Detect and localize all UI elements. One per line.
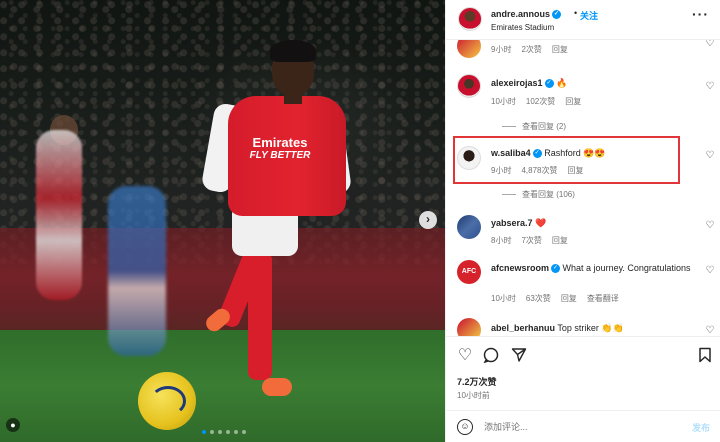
comment-avatar[interactable] <box>457 318 481 336</box>
post-location[interactable]: Emirates Stadium <box>491 23 554 32</box>
owner-username[interactable]: andre.annous ✓ <box>491 9 562 20</box>
comment-time: 9小时 <box>491 166 512 175</box>
comment-heart-icon[interactable]: ♡ <box>704 81 716 93</box>
comment-time: 10小时 <box>491 294 516 303</box>
comment-meta: 10小时 102次赞 回复 <box>491 96 591 107</box>
comment-body: abel_berhanuu Top striker 👏👏 <box>491 322 696 335</box>
share-icon[interactable] <box>510 347 528 365</box>
comment-heart-icon[interactable]: ♡ <box>704 325 716 336</box>
comment-text: Top striker 👏👏 <box>557 323 624 333</box>
post-actions: ♡ 7.2万次赞 10小时前 <box>446 336 720 418</box>
likes-count[interactable]: 7.2万次赞 <box>457 375 497 388</box>
comment-body: yabsera.7 ❤️ <box>491 217 696 230</box>
comment-username[interactable]: w.saliba4 <box>491 148 531 158</box>
comment-time: 10小时 <box>491 97 516 106</box>
emoji-icon[interactable]: ☺ <box>457 419 473 435</box>
football <box>138 372 196 430</box>
comment-username[interactable]: abel_berhanuu <box>491 323 555 333</box>
comment-heart-icon[interactable]: ♡ <box>704 265 716 277</box>
verified-badge-icon: ✓ <box>532 149 542 159</box>
shirt-sponsor: Emirates FLY BETTER <box>244 136 316 162</box>
comment-username[interactable]: yabsera.7 <box>491 218 533 228</box>
carousel-dots <box>202 430 246 434</box>
sponsor-line-2: FLY BETTER <box>249 150 311 161</box>
owner-username-text[interactable]: andre.annous <box>491 9 550 19</box>
comment-meta: 10小时 63次赞 回复 查看翻译 <box>491 293 629 304</box>
comment-like-count[interactable]: 102次赞 <box>526 97 555 106</box>
add-comment-bar: ☺ 发布 <box>446 410 720 442</box>
comment-username[interactable]: alexeirojas1 <box>491 78 543 88</box>
comment-input[interactable] <box>484 417 674 437</box>
comment-reply-button[interactable]: 回复 <box>552 236 568 245</box>
comment-username[interactable]: afcnewsroom <box>491 263 549 273</box>
comment-body: w.saliba4 ✓ Rashford 😍😍 <box>491 147 696 160</box>
bookmark-icon[interactable] <box>696 347 714 365</box>
background-player-opponent <box>108 186 166 356</box>
comment-text: Rashford 😍😍 <box>544 148 606 158</box>
post-photo[interactable]: Emirates FLY BETTER › ● <box>0 0 445 442</box>
post-time: 10小时前 <box>457 391 490 400</box>
comment-heart-icon[interactable]: ♡ <box>704 150 716 162</box>
view-replies-button[interactable]: 查看回复 (2) <box>502 121 566 132</box>
comment-text: ❤️ <box>535 218 547 228</box>
comment-like-count[interactable]: 2次赞 <box>521 45 541 54</box>
verified-badge-icon: ✓ <box>544 79 554 89</box>
comment-avatar[interactable] <box>457 215 481 239</box>
player-right-leg <box>248 252 272 380</box>
comment-body: afcnewsroom ✓ What a journey. Congratulat… <box>491 262 696 275</box>
comment-avatar[interactable]: AFC <box>457 260 481 284</box>
carousel-dot <box>210 430 214 434</box>
comment-time: 9小时 <box>491 45 512 54</box>
comment-like-count[interactable]: 63次赞 <box>526 294 551 303</box>
comment-like-count[interactable]: 7次赞 <box>521 236 541 245</box>
post-comment-button[interactable]: 发布 <box>692 421 710 434</box>
comment-like-count[interactable]: 4,878次赞 <box>521 166 557 175</box>
carousel-dot <box>242 430 246 434</box>
comment-meta: 9小时 2次赞 回复 <box>491 44 578 55</box>
comment-icon[interactable] <box>482 347 500 365</box>
separator-dot: • <box>574 8 578 18</box>
pitch <box>0 330 445 442</box>
verified-badge-icon: ✓ <box>551 264 561 274</box>
comment-reply-button[interactable]: 回复 <box>567 166 583 175</box>
comment-body: alexeirojas1 ✓ 🔥 <box>491 77 696 90</box>
player-right-boot <box>262 378 292 396</box>
background-player-arsenal <box>36 130 82 300</box>
comment-time: 8小时 <box>491 236 512 245</box>
comment-text: What a journey. Congratulations <box>562 263 691 273</box>
sponsor-line-1: Emirates <box>252 135 308 150</box>
carousel-dot <box>226 430 230 434</box>
owner-avatar[interactable] <box>458 7 482 31</box>
comment-heart-icon[interactable]: ♡ <box>704 40 716 50</box>
comment-meta: 8小时 7次赞 回复 <box>491 235 578 246</box>
player-hair <box>270 40 316 62</box>
carousel-dot <box>218 430 222 434</box>
comment-translate-button[interactable]: 查看翻译 <box>587 294 619 303</box>
comment-reply-button[interactable]: 回复 <box>561 294 577 303</box>
more-horizontal-icon[interactable]: ··· <box>692 6 709 22</box>
comment-reply-button[interactable]: 回复 <box>552 45 568 54</box>
heart-icon[interactable]: ♡ <box>456 347 474 365</box>
carousel-next-button[interactable]: › <box>419 211 437 229</box>
verified-badge-icon: ✓ <box>552 10 562 20</box>
comment-avatar[interactable] <box>457 40 481 58</box>
photo-tag-icon[interactable]: ● <box>6 418 20 432</box>
comment-avatar[interactable] <box>457 146 481 170</box>
comment-reply-button[interactable]: 回复 <box>565 97 581 106</box>
comment-avatar[interactable] <box>457 74 481 98</box>
follow-button[interactable]: 关注 <box>580 9 598 22</box>
post-sidebar: andre.annous ✓ • 关注 Emirates Stadium ··· … <box>445 0 720 442</box>
comment-meta: 9小时 4,878次赞 回复 <box>491 165 593 176</box>
post-header: andre.annous ✓ • 关注 Emirates Stadium ··· <box>446 0 720 40</box>
comment-text: 🔥 <box>556 78 568 88</box>
view-replies-button[interactable]: 查看回复 (106) <box>502 189 575 200</box>
carousel-dot <box>202 430 206 434</box>
carousel-dot <box>234 430 238 434</box>
highlight-box <box>453 136 680 184</box>
comments-list[interactable]: 9小时 2次赞 回复 ♡ alexeirojas1 ✓ 🔥 10小时 102次赞 回复 ♡… <box>446 40 720 336</box>
comment-heart-icon[interactable]: ♡ <box>704 220 716 232</box>
